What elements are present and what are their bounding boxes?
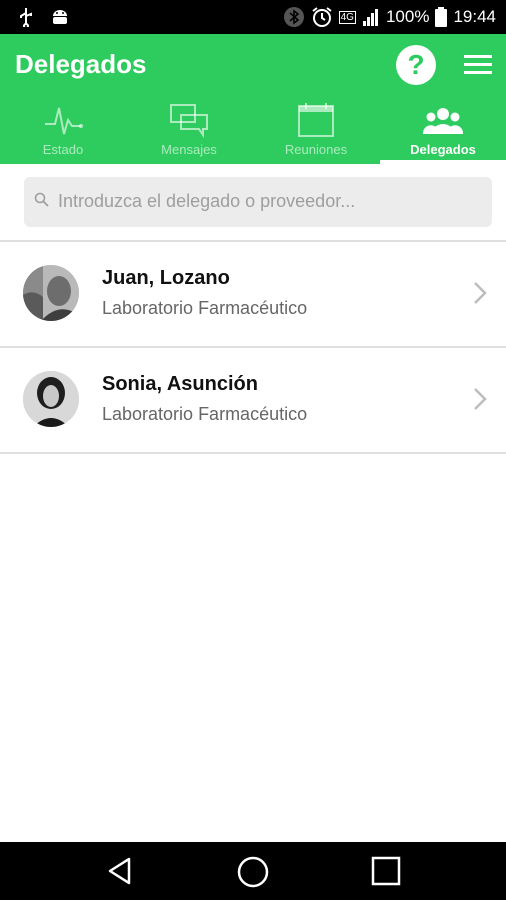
- delegate-company: Laboratorio Farmacéutico: [102, 404, 308, 424]
- divider: [0, 452, 506, 454]
- status-left: [18, 7, 70, 27]
- chevron-right-icon: [474, 388, 487, 410]
- search-input[interactable]: Introduzca el delegado o proveedor...: [24, 177, 492, 227]
- pulse-icon: [45, 107, 83, 135]
- page-title: Delegados: [15, 49, 147, 79]
- tab-label: Delegados: [410, 142, 476, 157]
- tab-mensajes[interactable]: Mensajes: [126, 98, 252, 164]
- list-item[interactable]: Sonia, Asunción Laboratorio Farmacéutico: [0, 348, 506, 454]
- tab-label: Estado: [42, 142, 84, 157]
- back-icon[interactable]: [105, 856, 135, 886]
- help-button[interactable]: ?: [396, 45, 436, 85]
- navigation-bar: [0, 842, 506, 900]
- recents-icon[interactable]: [371, 856, 401, 886]
- chevron-right-icon: [474, 282, 487, 304]
- status-right: 4G 100% 19:44: [283, 6, 496, 28]
- delegate-name: Sonia, Asunción: [102, 373, 258, 395]
- delegate-name: Juan, Lozano: [102, 267, 230, 289]
- home-icon[interactable]: [236, 855, 270, 889]
- tab-bar: Estado Mensajes Reuniones Delegados: [0, 98, 506, 164]
- tab-label: Reuniones: [284, 142, 348, 157]
- search-icon: [34, 192, 49, 207]
- list-item[interactable]: Juan, Lozano Laboratorio Farmacéutico: [0, 242, 506, 348]
- bluetooth-icon: [283, 7, 304, 27]
- delegate-company: Laboratorio Farmacéutico: [102, 298, 308, 318]
- tab-delegados[interactable]: Delegados: [380, 98, 506, 164]
- tab-indicator: [380, 160, 506, 164]
- avatar: [23, 265, 79, 321]
- avatar: [23, 371, 79, 427]
- menu-icon[interactable]: [464, 51, 492, 79]
- status-bar: 4G 100% 19:44: [0, 0, 506, 34]
- battery-percent: 100%: [385, 7, 430, 26]
- clock: 19:44: [453, 7, 496, 26]
- group-icon: [423, 108, 463, 134]
- usb-icon: [20, 8, 32, 27]
- alarm-icon: [312, 7, 332, 27]
- tab-estado[interactable]: Estado: [0, 98, 126, 164]
- network-type: 4G: [338, 10, 356, 24]
- android-icon: [53, 10, 67, 24]
- battery-icon: [435, 7, 448, 27]
- tab-label: Mensajes: [161, 142, 217, 157]
- calendar-icon: [298, 103, 334, 137]
- chat-icon: [170, 104, 208, 138]
- search-placeholder: Introduzca el delegado o proveedor...: [58, 191, 356, 211]
- signal-icon: [362, 9, 378, 26]
- tab-reuniones[interactable]: Reuniones: [253, 98, 379, 164]
- app-bar: Delegados ? Estado Mensajes Reuniones De…: [0, 34, 506, 164]
